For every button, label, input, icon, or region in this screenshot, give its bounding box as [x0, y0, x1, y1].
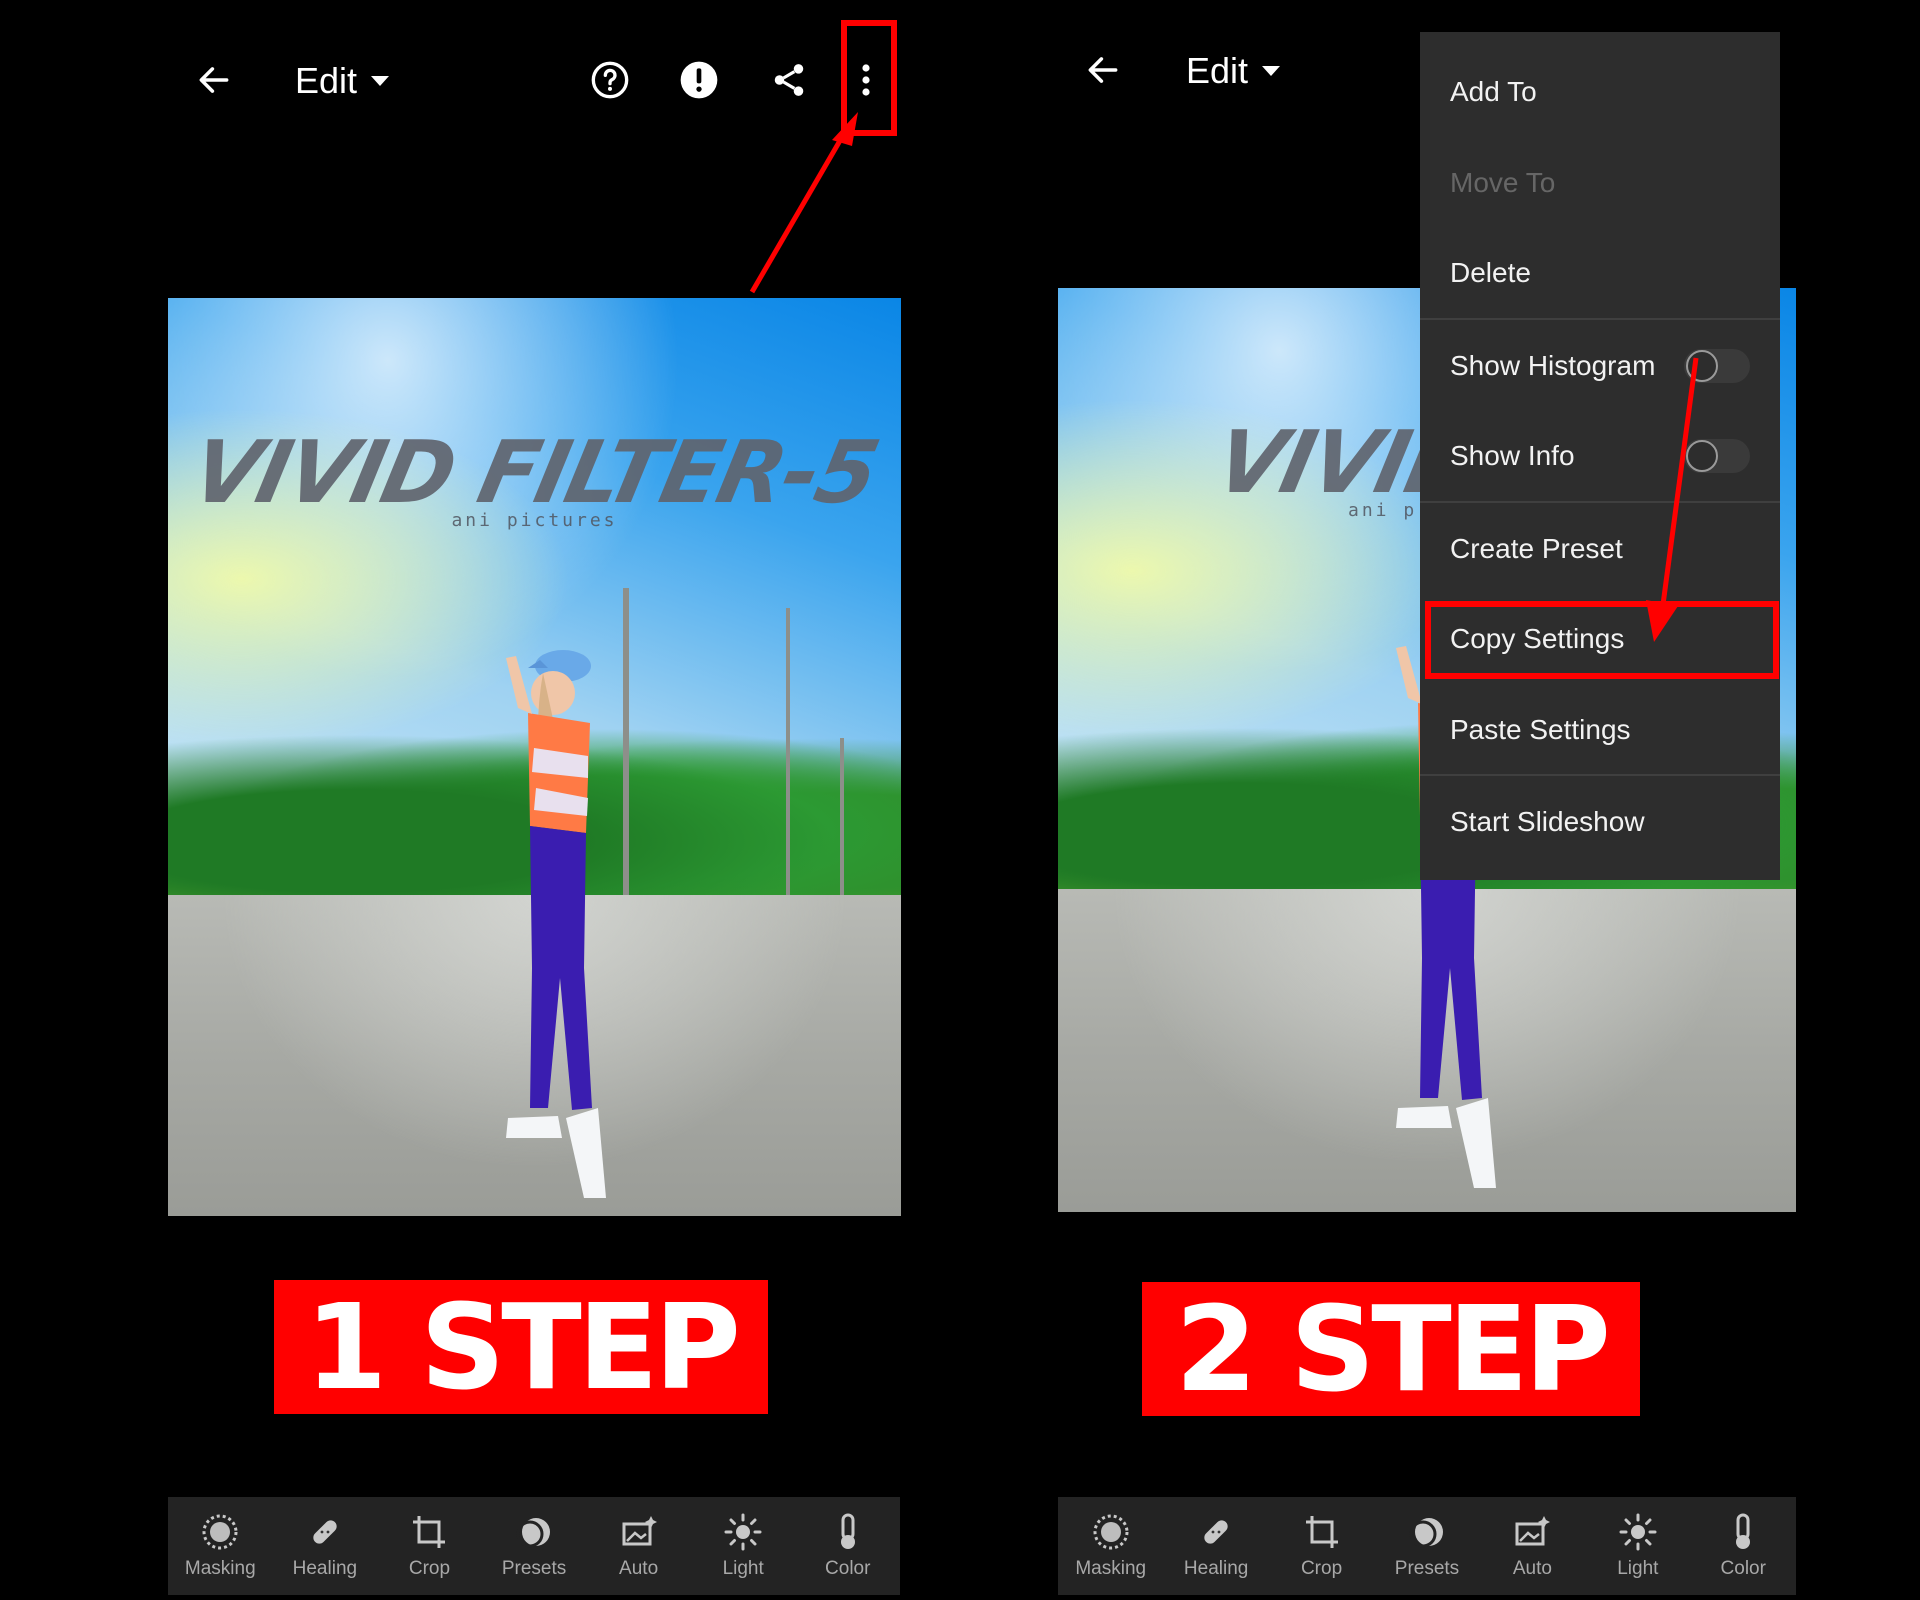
watermark-subtitle: ani pictures [451, 510, 618, 531]
tool-masking[interactable]: Masking [1058, 1497, 1163, 1595]
help-icon[interactable] [582, 52, 638, 108]
menu-item-label: Paste Settings [1450, 714, 1631, 745]
back-arrow-icon[interactable] [1075, 42, 1131, 98]
menu-item-label: Show Info [1450, 440, 1575, 471]
menu-divider [1420, 774, 1780, 776]
menu-item-show-histogram[interactable]: Show Histogram [1420, 336, 1780, 396]
menu-item-label: Move To [1450, 167, 1556, 198]
tool-presets[interactable]: Presets [1374, 1497, 1479, 1595]
tool-label: Masking [184, 1558, 256, 1579]
annotation-arrow [749, 112, 858, 294]
tool-auto[interactable]: Auto [586, 1497, 691, 1595]
tool-masking[interactable]: Masking [168, 1497, 273, 1595]
tool-label: Presets [1394, 1558, 1460, 1579]
tool-healing[interactable]: Healing [273, 1497, 378, 1595]
edit-label: Edit [295, 60, 358, 101]
menu-item-label: Start Slideshow [1450, 806, 1645, 837]
tool-crop[interactable]: Crop [1269, 1497, 1374, 1595]
tool-label: Crop [1300, 1558, 1343, 1579]
tool-label: Color [825, 1558, 871, 1579]
menu-item-move-to: Move To [1420, 153, 1780, 213]
light-icon [724, 1513, 762, 1551]
tool-label: Auto [1512, 1558, 1552, 1579]
step-label: 1 STEP [274, 1280, 768, 1414]
step-2-panel: Edit VIVID F ani p Add To Move To Delete… [960, 0, 1920, 1600]
crop-icon [1305, 1516, 1338, 1548]
tool-label: Healing [292, 1558, 358, 1579]
tool-light[interactable]: Light [1585, 1497, 1690, 1595]
tool-label: Masking [1075, 1558, 1147, 1579]
edit-dropdown[interactable]: Edit [1186, 50, 1281, 92]
auto-icon [1515, 1516, 1551, 1546]
bottom-toolbar: Masking Healing Crop Presets Auto Light … [168, 1497, 900, 1595]
chevron-down-icon [371, 76, 390, 86]
tool-label: Light [1617, 1558, 1659, 1579]
tool-crop[interactable]: Crop [377, 1497, 482, 1595]
tool-color[interactable]: Color [1691, 1497, 1796, 1595]
tool-light[interactable]: Light [691, 1497, 796, 1595]
edit-label: Edit [1186, 50, 1249, 91]
tool-label: Auto [619, 1558, 659, 1579]
color-icon [840, 1513, 855, 1549]
menu-item-label: Add To [1450, 76, 1537, 107]
tool-presets[interactable]: Presets [482, 1497, 587, 1595]
menu-item-paste-settings[interactable]: Paste Settings [1420, 700, 1780, 760]
tool-label: Color [1720, 1558, 1766, 1579]
presets-icon [1409, 1518, 1443, 1548]
masking-icon [1093, 1514, 1129, 1550]
crop-icon [413, 1516, 446, 1548]
tool-label: Light [722, 1558, 764, 1579]
healing-icon [1204, 1520, 1228, 1544]
overflow-menu: Add To Move To Delete Show Histogram Sho… [1420, 32, 1780, 880]
menu-item-show-info[interactable]: Show Info [1420, 426, 1780, 486]
menu-item-add-to[interactable]: Add To [1420, 62, 1780, 122]
tool-label: Presets [501, 1558, 567, 1579]
chevron-down-icon [1262, 66, 1281, 76]
menu-item-label: Show Histogram [1450, 350, 1656, 381]
step-label: 2 STEP [1142, 1282, 1640, 1416]
healing-icon [313, 1520, 337, 1544]
tool-label: Crop [408, 1558, 451, 1579]
copy-settings-highlight [1425, 601, 1779, 679]
back-arrow-icon[interactable] [186, 52, 242, 108]
bottom-toolbar: Masking Healing Crop Presets Auto Light … [1058, 1497, 1796, 1595]
step-1-panel: Edit VIVID FILTER-5 ani pictures 1 STEP … [0, 0, 960, 1600]
menu-item-start-slideshow[interactable]: Start Slideshow [1420, 792, 1780, 852]
tool-label: Healing [1183, 1558, 1249, 1579]
annotation-arrow [1646, 357, 1699, 642]
auto-icon [622, 1516, 657, 1546]
menu-divider [1420, 318, 1780, 320]
alert-icon[interactable] [671, 52, 727, 108]
menu-item-delete[interactable]: Delete [1420, 243, 1780, 303]
presets-icon [516, 1518, 551, 1548]
light-icon [1619, 1513, 1657, 1551]
masking-icon [202, 1514, 238, 1550]
menu-divider [1420, 501, 1780, 503]
photo: VIVID FILTER-5 ani pictures [168, 298, 901, 1216]
edit-dropdown[interactable]: Edit [295, 60, 390, 102]
color-icon [1736, 1513, 1751, 1549]
photo-subject [506, 650, 606, 1198]
menu-item-label: Create Preset [1450, 533, 1623, 564]
menu-item-create-preset[interactable]: Create Preset [1420, 519, 1780, 579]
menu-item-label: Delete [1450, 257, 1531, 288]
tool-healing[interactable]: Healing [1163, 1497, 1268, 1595]
watermark-title: VIVID FILTER-5 [183, 423, 886, 523]
tool-auto[interactable]: Auto [1480, 1497, 1585, 1595]
tool-color[interactable]: Color [795, 1497, 900, 1595]
